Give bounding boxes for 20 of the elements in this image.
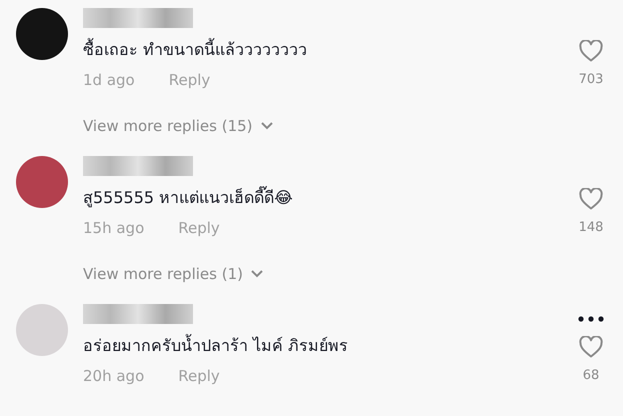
view-replies-link[interactable]: View more replies (15) — [83, 116, 273, 136]
reply-link[interactable]: Reply — [168, 70, 210, 90]
view-replies-link[interactable]: View more replies (1) — [83, 264, 263, 284]
more-icon[interactable] — [578, 316, 604, 322]
heart-icon[interactable] — [579, 336, 603, 358]
reply-link[interactable]: Reply — [178, 366, 220, 386]
heart-icon[interactable] — [579, 188, 603, 210]
timestamp: 15h ago — [83, 218, 144, 238]
like-count: 703 — [578, 71, 604, 89]
comment-text: อร่อยมากครับน้ำปลาร้า ไมค์ ภิรมย์พร — [83, 334, 350, 357]
reply-link[interactable]: Reply — [178, 218, 220, 238]
comment-text: สู555555 หาแต่แนวเฮ็ดดี๊ดี😂 — [83, 186, 294, 210]
chevron-down-icon — [260, 122, 273, 130]
timestamp: 1d ago — [83, 70, 135, 90]
like-count: 148 — [578, 219, 604, 237]
comment-text: ซื้อเถอะ ทำขนาดนี้แล้วววววววว — [83, 38, 308, 61]
heart-icon[interactable] — [579, 40, 603, 62]
timestamp: 20h ago — [83, 366, 144, 386]
chevron-down-icon — [250, 270, 263, 278]
like-count: 68 — [582, 367, 600, 385]
